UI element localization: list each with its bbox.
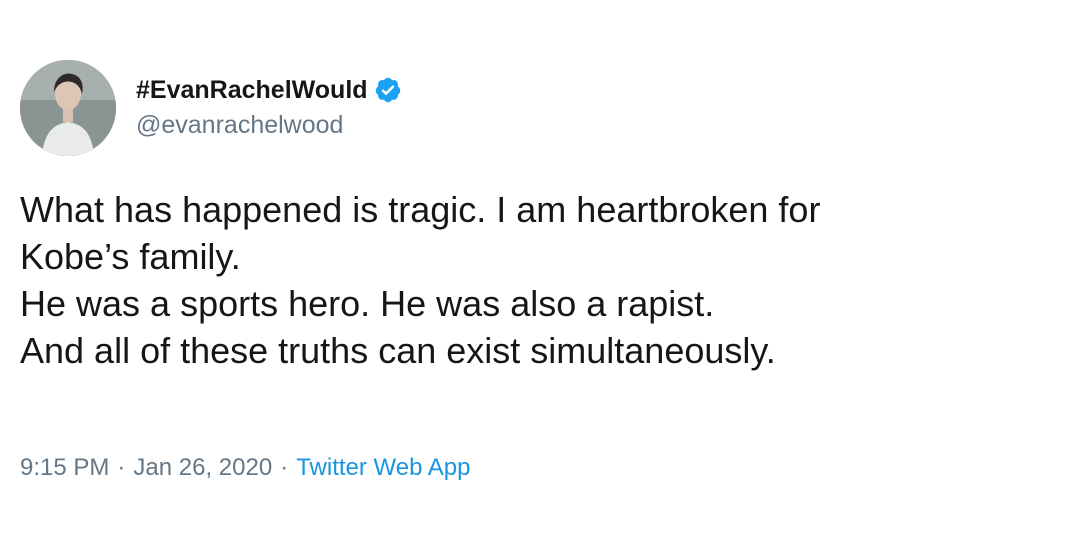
author-display-name[interactable]: #EvanRachelWould (136, 74, 368, 106)
tweet-header: #EvanRachelWould @evanrachelwood (20, 58, 402, 158)
author-handle[interactable]: @evanrachelwood (136, 108, 402, 142)
tweet-text-line: What has happened is tragic. I am heartb… (20, 189, 821, 230)
display-name-row: #EvanRachelWould (136, 74, 402, 106)
tweet-card: #EvanRachelWould @evanrachelwood What ha… (0, 0, 1080, 545)
tweet-text-line: And all of these truths can exist simult… (20, 330, 776, 371)
author-names: #EvanRachelWould @evanrachelwood (136, 74, 402, 142)
verified-badge-icon (374, 76, 402, 104)
avatar-photo-icon (20, 60, 116, 156)
tweet-date[interactable]: Jan 26, 2020 (133, 454, 272, 481)
tweet-time[interactable]: 9:15 PM (20, 454, 109, 481)
tweet-text-line: Kobe’s family. (20, 236, 241, 277)
meta-separator: · (280, 454, 289, 481)
avatar[interactable] (20, 60, 116, 156)
tweet-source-link[interactable]: Twitter Web App (296, 454, 470, 481)
tweet-text-line: He was a sports hero. He was also a rapi… (20, 283, 715, 324)
meta-separator: · (117, 454, 126, 481)
tweet-meta: 9:15 PM · Jan 26, 2020 · Twitter Web App (20, 452, 471, 484)
tweet-text: What has happened is tragic. I am heartb… (20, 186, 1060, 374)
